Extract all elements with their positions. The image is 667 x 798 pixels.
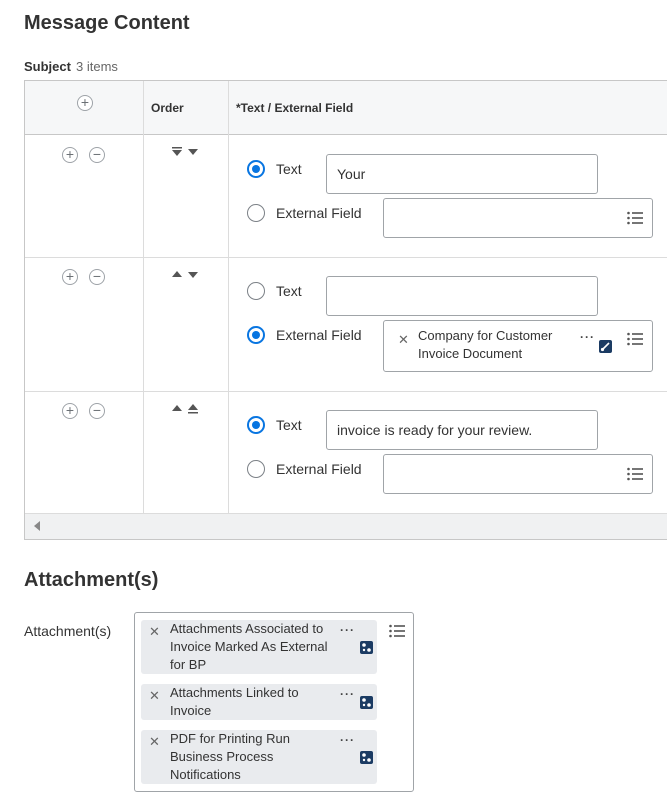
external-field-radio[interactable] [247, 326, 265, 344]
attachments-field-label: Attachment(s) [24, 623, 112, 639]
text-radio[interactable] [247, 282, 265, 300]
column-header-text-field: *Text / External Field [236, 101, 354, 115]
column-header-order: Order [151, 101, 184, 115]
attachments-section-title: Attachment(s) [24, 569, 159, 591]
close-icon[interactable]: ✕ [149, 624, 160, 640]
ellipsis-icon[interactable]: ··· [340, 687, 355, 701]
external-field-radio-label: External Field [276, 461, 362, 477]
plus-circle-icon: + [65, 146, 75, 162]
close-icon[interactable]: ✕ [149, 734, 160, 750]
external-field-radio[interactable] [247, 460, 265, 478]
row-divider [25, 257, 667, 258]
selected-external-field: Company for Customer Invoice Document [418, 328, 553, 361]
remove-row-button[interactable]: − [89, 269, 105, 285]
add-row-button[interactable]: + [62, 269, 78, 285]
text-input[interactable]: invoice is ready for your review. [326, 410, 598, 450]
minus-circle-icon: − [92, 402, 102, 418]
list-icon[interactable] [627, 332, 643, 346]
text-radio-label: Text [276, 283, 302, 299]
column-divider [228, 81, 229, 513]
text-radio-label: Text [276, 161, 302, 177]
column-divider [143, 81, 144, 513]
text-radio[interactable] [247, 160, 265, 178]
minus-circle-icon: − [92, 268, 102, 284]
move-up-icon[interactable] [171, 269, 183, 284]
move-to-bottom-icon[interactable] [187, 403, 199, 418]
ellipsis-icon[interactable]: ··· [580, 330, 595, 344]
page-title: Message Content [24, 12, 190, 34]
minus-circle-icon: − [92, 146, 102, 162]
plus-circle-icon: + [65, 402, 75, 418]
external-field-prompt[interactable] [383, 454, 653, 494]
external-field-radio-label: External Field [276, 327, 362, 343]
scroll-left-icon[interactable] [32, 520, 42, 532]
related-actions-badge-icon[interactable] [599, 340, 612, 353]
subject-label: Subject [24, 59, 71, 74]
text-radio-label: Text [276, 417, 302, 433]
list-icon[interactable] [627, 211, 643, 225]
text-input[interactable] [326, 276, 598, 316]
text-radio[interactable] [247, 416, 265, 434]
attachment-item-label: Attachments Linked to Invoice [170, 685, 299, 718]
list-icon[interactable] [389, 624, 405, 638]
move-up-icon[interactable] [171, 403, 183, 418]
attachment-item-label: Attachments Associated to Invoice Marked… [170, 621, 328, 672]
move-to-top-icon[interactable] [171, 146, 183, 161]
add-row-button[interactable]: + [62, 403, 78, 419]
move-down-icon[interactable] [187, 269, 199, 284]
list-icon[interactable] [627, 467, 643, 481]
external-field-prompt[interactable] [383, 198, 653, 238]
external-field-radio-label: External Field [276, 205, 362, 221]
subject-item-count: 3 items [76, 59, 118, 74]
external-field-radio[interactable] [247, 204, 265, 222]
related-actions-badge-icon[interactable] [360, 751, 373, 764]
text-input[interactable]: Your [326, 154, 598, 194]
remove-row-button[interactable]: − [89, 147, 105, 163]
ellipsis-icon[interactable]: ··· [340, 623, 355, 637]
attachment-item-label: PDF for Printing Run Business Process No… [170, 731, 290, 782]
horizontal-scrollbar[interactable] [25, 513, 667, 539]
plus-circle-icon: + [65, 268, 75, 284]
row-divider [25, 391, 667, 392]
related-actions-badge-icon[interactable] [360, 696, 373, 709]
remove-row-button[interactable]: − [89, 403, 105, 419]
related-actions-badge-icon[interactable] [360, 641, 373, 654]
add-row-button[interactable]: + [62, 147, 78, 163]
add-row-button[interactable]: + [77, 95, 93, 111]
close-icon[interactable]: ✕ [398, 332, 409, 348]
close-icon[interactable]: ✕ [149, 688, 160, 704]
ellipsis-icon[interactable]: ··· [340, 733, 355, 747]
move-down-icon[interactable] [187, 146, 199, 161]
plus-circle-icon: + [80, 94, 90, 110]
